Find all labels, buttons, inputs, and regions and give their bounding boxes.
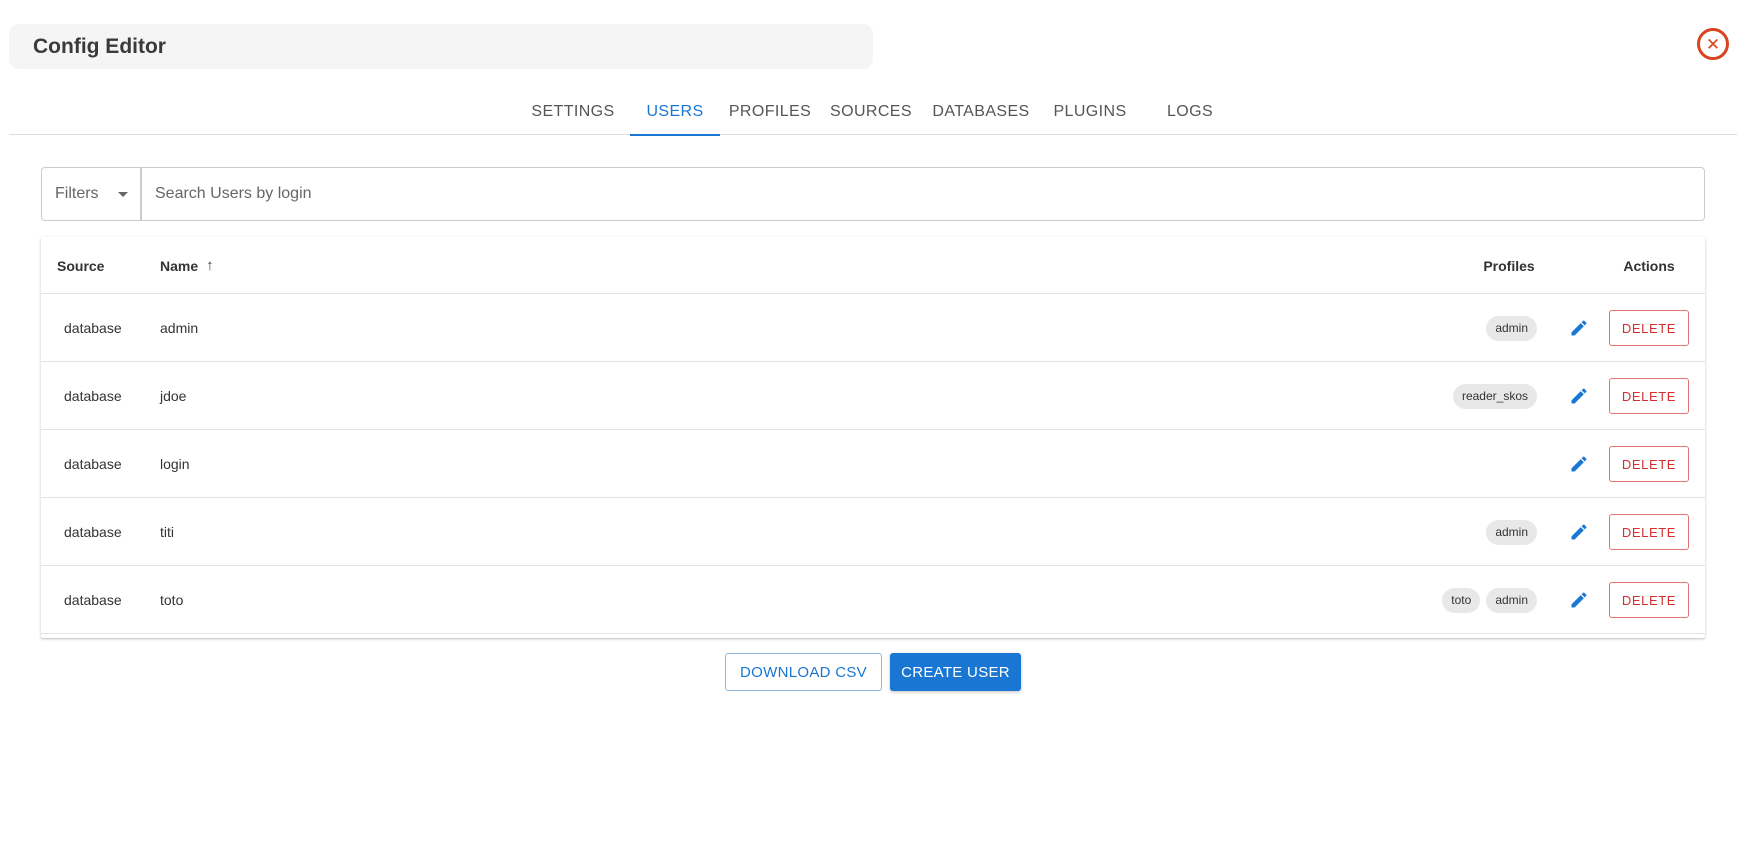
cell-profiles: reader_skos <box>1452 362 1537 430</box>
filters-dropdown[interactable]: Filters <box>41 167 141 221</box>
column-header-profiles[interactable]: Profiles <box>1449 237 1569 294</box>
cell-source: database <box>64 592 122 608</box>
profile-chip: toto <box>1442 587 1481 613</box>
cell-source: database <box>64 388 122 404</box>
arrow-up-icon[interactable]: ↑ <box>206 257 214 274</box>
cell-profiles: admin <box>1486 294 1537 362</box>
table-row: database toto toto admin DELETE <box>41 566 1705 634</box>
tab-plugins[interactable]: PLUGINS <box>1040 88 1140 135</box>
column-header-name[interactable]: Name ↑ <box>160 237 214 294</box>
cell-name: admin <box>160 320 199 336</box>
search-field[interactable] <box>141 167 1705 221</box>
close-icon[interactable]: ✕ <box>1697 28 1729 60</box>
tab-settings[interactable]: SETTINGS <box>516 88 630 135</box>
delete-button[interactable]: DELETE <box>1609 446 1689 482</box>
tab-sources[interactable]: SOURCES <box>820 88 922 135</box>
download-csv-button[interactable]: DOWNLOAD CSV <box>725 653 882 691</box>
tab-bar: SETTINGS USERS PROFILES SOURCES DATABASE… <box>9 88 1737 136</box>
pencil-icon[interactable] <box>1565 586 1593 614</box>
cell-source: database <box>64 524 122 540</box>
tab-logs[interactable]: LOGS <box>1140 88 1240 135</box>
pencil-icon[interactable] <box>1565 314 1593 342</box>
create-user-button[interactable]: CREATE USER <box>890 653 1021 691</box>
title-bar: Config Editor <box>9 24 873 69</box>
cell-source: database <box>64 456 122 472</box>
config-editor-page: Config Editor ✕ SETTINGS USERS PROFILES … <box>0 0 1747 866</box>
pencil-icon[interactable] <box>1565 382 1593 410</box>
column-header-actions: Actions <box>1623 257 1675 274</box>
table-header: Source Name ↑ Profiles Actions <box>41 237 1705 294</box>
page-title: Config Editor <box>33 34 166 58</box>
tab-databases[interactable]: DATABASES <box>922 88 1040 135</box>
search-input[interactable] <box>155 168 1704 220</box>
cell-profiles: toto admin <box>1442 566 1537 634</box>
table-row: database jdoe reader_skos DELETE <box>41 362 1705 430</box>
cell-name: login <box>160 456 190 472</box>
delete-button[interactable]: DELETE <box>1609 378 1689 414</box>
table-row: database titi admin DELETE <box>41 498 1705 566</box>
pencil-icon[interactable] <box>1565 450 1593 478</box>
table-row: database admin admin DELETE <box>41 294 1705 362</box>
profile-chip: admin <box>1486 519 1537 545</box>
caret-down-icon <box>118 192 128 197</box>
cell-name: jdoe <box>160 388 187 404</box>
users-table: Source Name ↑ Profiles Actions database a… <box>41 237 1705 638</box>
profile-chip: reader_skos <box>1452 383 1537 409</box>
pencil-icon[interactable] <box>1565 518 1593 546</box>
column-header-name-label: Name <box>160 257 199 274</box>
cell-profiles: admin <box>1486 498 1537 566</box>
table-row: database login DELETE <box>41 430 1705 498</box>
column-header-source[interactable]: Source <box>57 237 104 294</box>
tab-profiles[interactable]: PROFILES <box>720 88 820 135</box>
cell-source: database <box>64 320 122 336</box>
filters-label: Filters <box>55 185 99 202</box>
delete-button[interactable]: DELETE <box>1609 310 1689 346</box>
profile-chip: admin <box>1486 587 1537 613</box>
delete-button[interactable]: DELETE <box>1609 582 1689 618</box>
tab-users[interactable]: USERS <box>630 88 720 136</box>
delete-button[interactable]: DELETE <box>1609 514 1689 550</box>
cell-name: toto <box>160 592 184 608</box>
profile-chip: admin <box>1486 315 1537 341</box>
cell-name: titi <box>160 524 174 540</box>
